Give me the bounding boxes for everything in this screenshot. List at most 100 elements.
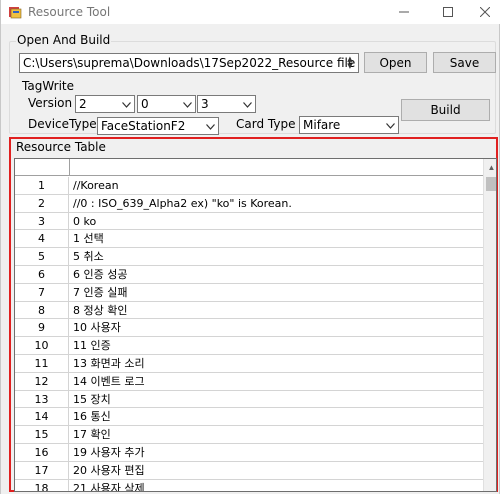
- table-row[interactable]: 55 취소: [15, 248, 483, 266]
- row-number: 12: [15, 372, 69, 390]
- table-row[interactable]: 12 14 이벤트 로그: [15, 372, 483, 391]
- row-number: 8: [15, 301, 69, 319]
- device-type-select[interactable]: FaceStationF2: [97, 117, 219, 135]
- row-number: 10: [15, 337, 69, 354]
- row-text[interactable]: 6 인증 성공: [73, 266, 127, 283]
- table-row[interactable]: 17 20 사용자 편집: [15, 461, 483, 480]
- resource-tool-window: Resource Tool Open And Build C:\Users\su…: [0, 0, 500, 494]
- row-number: 7: [15, 283, 69, 301]
- version-minor-value: 0: [141, 97, 149, 111]
- table-row[interactable]: 1//Korean: [15, 177, 483, 195]
- app-icon: [9, 7, 22, 19]
- chevron-down-icon: [204, 120, 216, 134]
- row-number: 18: [15, 479, 69, 491]
- row-text[interactable]: 1 선택: [73, 230, 104, 247]
- row-number: 11: [15, 355, 69, 372]
- version-major-select[interactable]: 2: [75, 95, 135, 113]
- version-major-value: 2: [79, 97, 87, 111]
- row-number: 13: [15, 390, 69, 408]
- device-type-value: FaceStationF2: [101, 119, 186, 133]
- row-text[interactable]: 21 사용자 삭제: [73, 480, 145, 491]
- column-header[interactable]: [70, 159, 483, 176]
- row-text[interactable]: //Korean: [73, 177, 119, 194]
- minimize-button[interactable]: [381, 0, 426, 24]
- table-row[interactable]: 30 ko: [15, 212, 483, 231]
- table-row[interactable]: 77 인증 실패: [15, 283, 483, 302]
- row-text[interactable]: 8 정상 확인: [73, 302, 127, 319]
- vertical-scrollbar[interactable]: ▲: [483, 159, 496, 491]
- row-number: 5: [15, 248, 69, 265]
- row-text[interactable]: 5 취소: [73, 248, 104, 265]
- row-number: 2: [15, 194, 69, 212]
- open-button[interactable]: Open: [364, 52, 427, 73]
- open-build-group-label: Open And Build: [16, 33, 112, 47]
- row-text[interactable]: 20 사용자 편집: [73, 462, 145, 479]
- maximize-button[interactable]: [425, 0, 470, 24]
- card-type-label: Card Type :: [236, 117, 304, 131]
- chevron-down-icon: [120, 98, 132, 112]
- window-title: Resource Tool: [28, 5, 111, 19]
- tagwrite-label: TagWrite: [22, 79, 74, 93]
- version-label: Version :: [28, 96, 80, 110]
- table-row[interactable]: 14 16 통신: [15, 408, 483, 427]
- table-row[interactable]: 9 10 사용자: [15, 319, 483, 338]
- file-path-value: C:\Users\suprema\Downloads\17Sep2022_Res…: [23, 56, 356, 70]
- row-text[interactable]: 19 사용자 추가: [73, 444, 145, 461]
- card-type-select[interactable]: Mifare: [299, 116, 399, 134]
- table-row[interactable]: 13 15 장치: [15, 390, 483, 409]
- save-button[interactable]: Save: [433, 52, 496, 73]
- row-text[interactable]: 14 이벤트 로그: [73, 373, 145, 390]
- grid-body: 1//Korean 2//0 : ISO_639_Alpha2 ex) "ko" …: [15, 159, 483, 491]
- table-row[interactable]: 16 19 사용자 추가: [15, 444, 483, 462]
- close-icon: [480, 7, 490, 17]
- row-number: 3: [15, 212, 69, 230]
- row-number: 1: [15, 177, 69, 194]
- row-number: 14: [15, 408, 69, 426]
- scroll-thumb[interactable]: [486, 177, 496, 191]
- row-text[interactable]: 0 ko: [73, 213, 96, 230]
- row-number: 6: [15, 266, 69, 283]
- chevron-down-icon: [241, 98, 253, 112]
- row-text[interactable]: 15 장치: [73, 391, 111, 408]
- table-row[interactable]: 66 인증 성공: [15, 266, 483, 284]
- row-number: 4: [15, 230, 69, 248]
- chevron-down-icon: [384, 119, 396, 133]
- row-text[interactable]: //0 : ISO_639_Alpha2 ex) "ko" is Korean.: [73, 195, 292, 212]
- close-button[interactable]: [469, 0, 500, 24]
- table-row[interactable]: 18 21 사용자 삭제: [15, 479, 483, 491]
- row-text[interactable]: 13 화면과 소리: [73, 355, 145, 372]
- table-row[interactable]: 2//0 : ISO_639_Alpha2 ex) "ko" is Korean…: [15, 194, 483, 213]
- table-row[interactable]: 41 선택: [15, 230, 483, 249]
- row-header-corner: [15, 159, 70, 176]
- card-type-value: Mifare: [303, 118, 341, 132]
- row-text[interactable]: 11 인증: [73, 337, 111, 354]
- device-type-label: DeviceType :: [28, 117, 105, 131]
- row-number: 17: [15, 461, 69, 479]
- build-button[interactable]: Build: [401, 99, 490, 121]
- table-row[interactable]: 88 정상 확인: [15, 301, 483, 320]
- row-number: 9: [15, 319, 69, 337]
- resource-table-grid[interactable]: 1//Korean 2//0 : ISO_639_Alpha2 ex) "ko" …: [14, 158, 497, 492]
- row-number: 15: [15, 426, 69, 443]
- resource-table-label: Resource Table: [16, 140, 106, 154]
- table-row[interactable]: 10 11 인증: [15, 337, 483, 355]
- version-minor-select[interactable]: 0: [137, 95, 196, 113]
- minimize-icon: [398, 11, 409, 13]
- file-path-field[interactable]: C:\Users\suprema\Downloads\17Sep2022_Res…: [19, 53, 359, 73]
- chevron-down-icon: ▼: [347, 62, 353, 70]
- row-text[interactable]: 17 확인: [73, 426, 111, 443]
- table-row[interactable]: 15 17 확인: [15, 426, 483, 444]
- maximize-icon: [442, 7, 453, 17]
- title-bar: Resource Tool: [1, 0, 500, 24]
- row-text[interactable]: 10 사용자: [73, 319, 121, 336]
- row-text[interactable]: 7 인증 실패: [73, 284, 127, 301]
- table-row[interactable]: 11 13 화면과 소리: [15, 355, 483, 373]
- version-patch-select[interactable]: 3: [197, 95, 256, 113]
- chevron-down-icon: [181, 98, 193, 112]
- grid-header: [15, 159, 483, 176]
- row-number: 16: [15, 444, 69, 461]
- row-text[interactable]: 16 통신: [73, 408, 111, 425]
- scroll-up-icon[interactable]: ▲: [484, 159, 496, 176]
- path-spin-control[interactable]: ▲ ▼: [344, 55, 356, 71]
- version-patch-value: 3: [201, 97, 209, 111]
